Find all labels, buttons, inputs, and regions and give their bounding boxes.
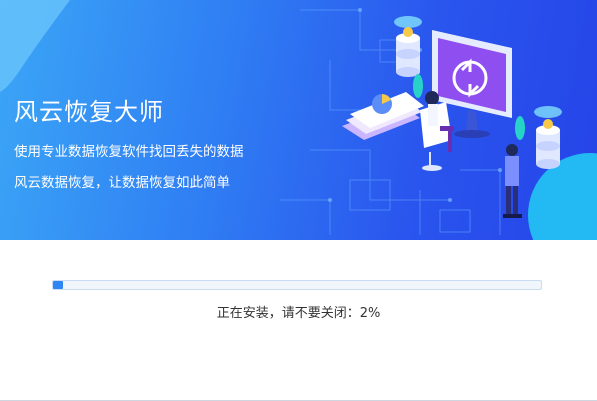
installer-window: 风云恢复大师 使用专业数据恢复软件找回丢失的数据 风云数据恢复，让数据恢复如此简… (0, 0, 597, 401)
tagline-1: 使用专业数据恢复软件找回丢失的数据 (14, 144, 244, 160)
install-status-text: 正在安装，请不要关闭：2% (216, 306, 381, 321)
install-progress-bar (52, 280, 542, 290)
install-progress-fill (53, 281, 63, 289)
tagline-2: 风云数据恢复，让数据恢复如此简单 (14, 175, 230, 191)
header-banner: 风云恢复大师 使用专业数据恢复软件找回丢失的数据 风云数据恢复，让数据恢复如此简… (0, 0, 597, 240)
app-title: 风云恢复大师 (14, 98, 164, 126)
